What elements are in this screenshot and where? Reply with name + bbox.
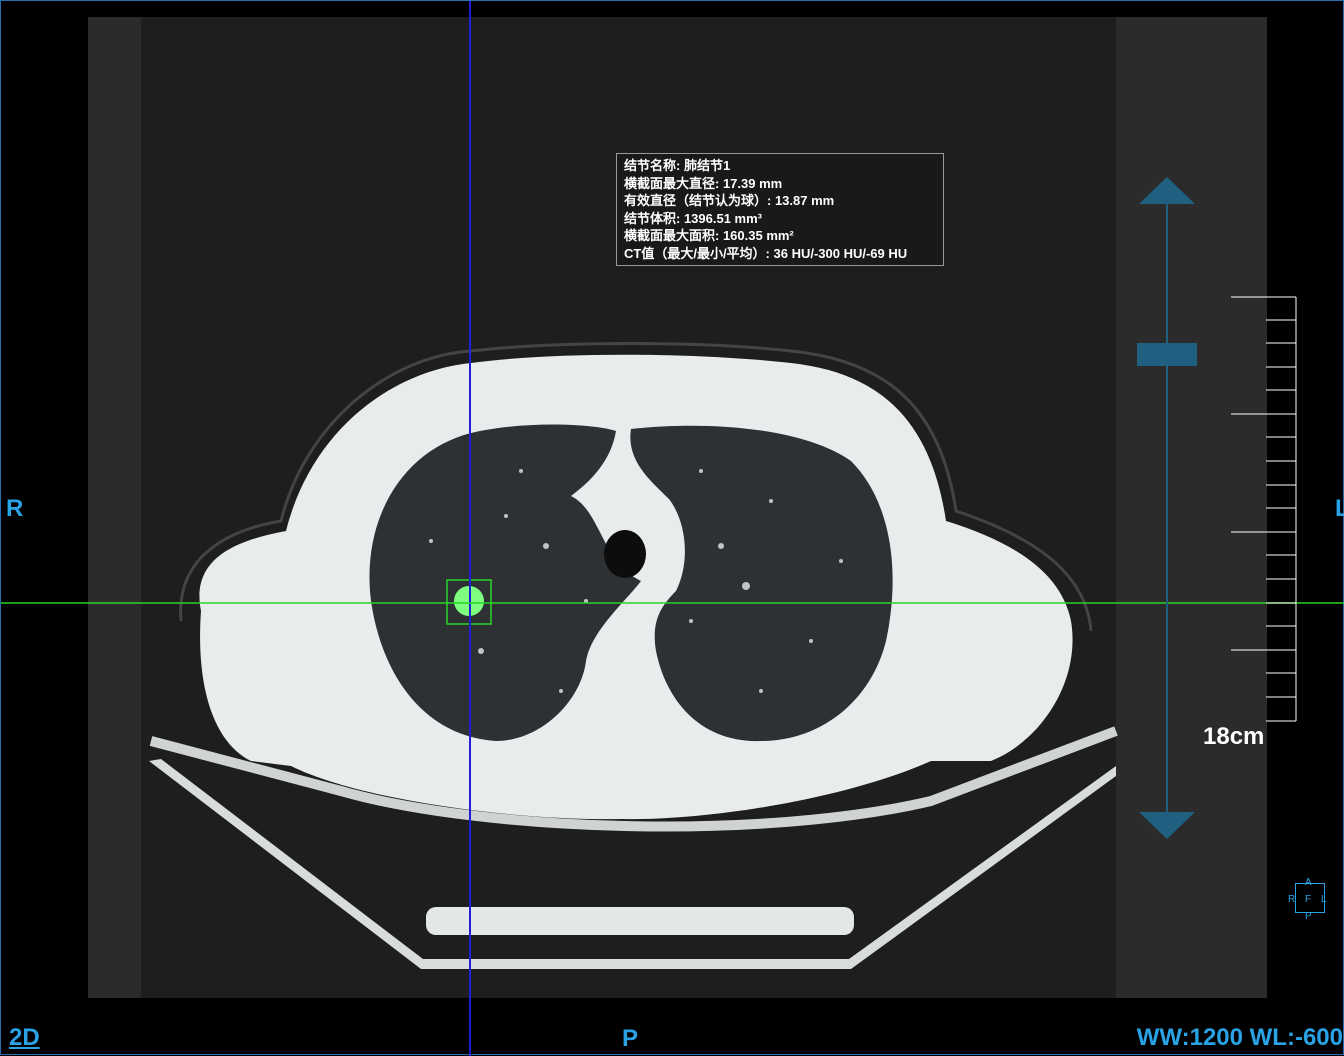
- nodule-volume: 结节体积: 1396.51 mm³: [624, 210, 762, 226]
- slice-slider-thumb[interactable]: [1137, 343, 1197, 366]
- view-mode-label[interactable]: 2D: [9, 1024, 40, 1052]
- ct-viewport[interactable]: 结节名称: 肺结节1 横截面最大直径: 17.39 mm 有效直径（结节认为球）…: [0, 0, 1344, 1056]
- trachea: [604, 530, 646, 578]
- table-pad: [426, 907, 854, 935]
- nodule-max-area: 横截面最大面积: 160.35 mm²: [624, 228, 794, 243]
- window-level-readout: WW:1200 WL:-600: [1136, 1024, 1343, 1051]
- ruler-scale-label: 18cm: [1203, 723, 1265, 750]
- orientation-cube-icon[interactable]: A R F L P: [1287, 877, 1331, 922]
- mini-orient-right: L: [1321, 894, 1327, 905]
- orientation-bottom-label: P: [622, 1025, 639, 1052]
- mini-orient-bottom: P: [1305, 911, 1312, 922]
- mini-orient-top: A: [1305, 877, 1312, 888]
- nodule-name: 结节名称: 肺结节1: [624, 158, 731, 173]
- triangle-down-icon[interactable]: [1139, 812, 1195, 839]
- mini-orient-left: R: [1288, 894, 1296, 905]
- distance-ruler: [1231, 296, 1297, 722]
- triangle-up-icon[interactable]: [1139, 177, 1195, 204]
- nodule-effective-diameter: 有效直径（结节认为球）: 13.87 mm: [624, 193, 835, 208]
- nodule-ct-value: CT值（最大/最小/平均）: 36 HU/-300 HU/-69 HU: [624, 245, 908, 261]
- orientation-left-label: R: [6, 495, 24, 522]
- nodule-max-diameter: 横截面最大直径: 17.39 mm: [624, 175, 783, 191]
- orientation-right-label: L: [1335, 495, 1344, 522]
- nodule-info-panel: 结节名称: 肺结节1 横截面最大直径: 17.39 mm 有效直径（结节认为球）…: [616, 153, 944, 266]
- mini-orient-center: F: [1305, 894, 1312, 905]
